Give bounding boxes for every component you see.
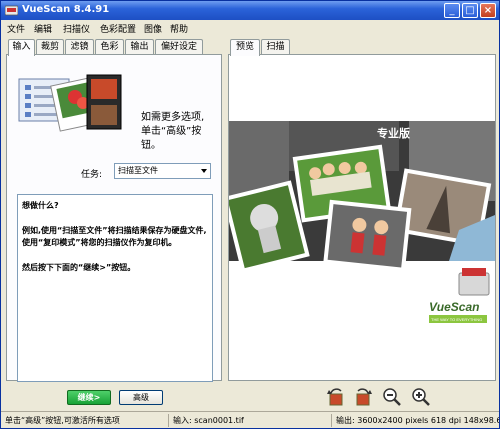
- menu-scanner[interactable]: 扫描仪: [63, 22, 90, 35]
- status-input: 输入: scan0001.tif: [173, 416, 244, 425]
- right-pane: 预览 扫描 专业版 VueScan THE WAY TO EVERYTHING: [228, 39, 496, 381]
- status-output: 输出: 3600x2400 pixels 618 dpi 148x98.6 r: [336, 416, 500, 425]
- help-hint: 如需更多选项, 单击“高级”按钮。: [141, 112, 205, 151]
- menu-image[interactable]: 图像: [144, 22, 162, 35]
- chevron-down-icon: [201, 169, 207, 173]
- tab-scan[interactable]: 扫描: [261, 39, 290, 55]
- tab-input[interactable]: 输入: [8, 39, 35, 56]
- vuescan-app-icon: [5, 5, 18, 16]
- task-select[interactable]: 扫描至文件: [114, 163, 211, 179]
- logo-tagline: THE WAY TO EVERYTHING: [431, 317, 482, 322]
- input-tab-panel: 如需更多选项, 单击“高级”按钮。 任务: 扫描至文件 想做什么? 例如,使用“…: [6, 54, 222, 382]
- left-pane: 输入 裁剪 滤镜 色彩 输出 偏好设定 如需更多选项, 单击“高级”按钮。 任务…: [6, 39, 222, 382]
- settings-illustration-icon: [18, 74, 122, 132]
- status-divider: [168, 414, 169, 427]
- status-hint: 单击“高级”按钮,可激活所有选项: [5, 416, 120, 425]
- tab-output[interactable]: 输出: [125, 39, 154, 55]
- status-divider: [331, 414, 332, 427]
- maximize-button[interactable]: □: [462, 3, 478, 18]
- task-select-value: 扫描至文件: [118, 166, 158, 175]
- preview-panel: 专业版 VueScan THE WAY TO EVERYTHING: [228, 54, 496, 381]
- title-bar[interactable]: VueScan 8.4.91 _ □ ×: [1, 1, 499, 20]
- menu-file[interactable]: 文件: [7, 22, 25, 35]
- window-title: VueScan 8.4.91: [22, 4, 110, 15]
- task-label: 任务:: [81, 170, 103, 180]
- status-bar: 单击“高级”按钮,可激活所有选项 输入: scan0001.tif 输出: 36…: [1, 411, 500, 428]
- logo-text: VueScan: [429, 300, 479, 314]
- tab-crop[interactable]: 裁剪: [36, 39, 64, 55]
- tab-color[interactable]: 色彩: [95, 39, 124, 55]
- tab-preferences[interactable]: 偏好设定: [155, 39, 203, 55]
- minimize-button[interactable]: _: [444, 3, 460, 18]
- menu-color-profile[interactable]: 色彩配置: [100, 22, 136, 35]
- zoom-out-icon[interactable]: [382, 387, 402, 407]
- tab-filter[interactable]: 滤镜: [65, 39, 94, 55]
- app-window: VueScan 8.4.91 _ □ × 文件 编辑 扫描仪 色彩配置 图像 帮…: [0, 0, 500, 429]
- tab-preview[interactable]: 预览: [230, 39, 260, 56]
- description-paragraph-1: 例如,使用“扫描至文件”将扫描结果保存为硬盘文件,使用“复印模式”将您的扫描仪作…: [22, 225, 207, 248]
- splash-image: 专业版 VueScan THE WAY TO EVERYTHING: [229, 121, 495, 323]
- edition-label: 专业版: [377, 126, 410, 140]
- description-heading: 想做什么?: [22, 201, 59, 210]
- continue-button[interactable]: 继续>: [67, 390, 111, 405]
- task-description: 想做什么? 例如,使用“扫描至文件”将扫描结果保存为硬盘文件,使用“复印模式”将…: [17, 194, 213, 382]
- zoom-in-icon[interactable]: [411, 387, 431, 407]
- close-button[interactable]: ×: [480, 3, 496, 18]
- description-paragraph-2: 然后按下下面的“继续>”按钮。: [22, 262, 136, 272]
- menu-edit[interactable]: 编辑: [34, 22, 52, 35]
- rotate-left-icon[interactable]: [326, 387, 346, 407]
- rotate-right-icon[interactable]: [353, 387, 373, 407]
- menu-bar: 文件 编辑 扫描仪 色彩配置 图像 帮助: [1, 20, 499, 37]
- menu-help[interactable]: 帮助: [170, 22, 188, 35]
- advanced-button[interactable]: 高级: [119, 390, 163, 405]
